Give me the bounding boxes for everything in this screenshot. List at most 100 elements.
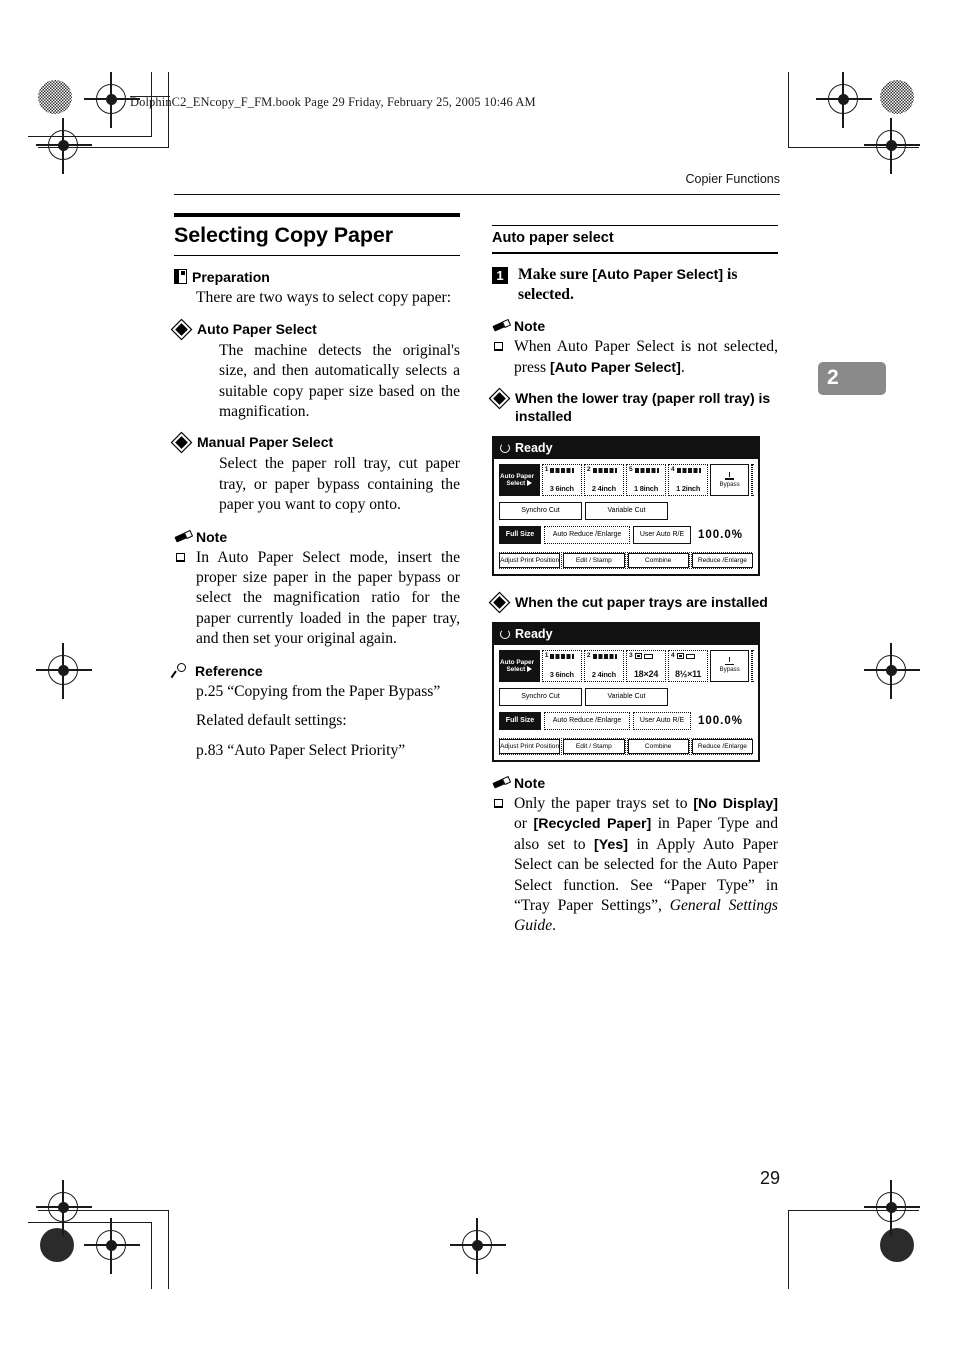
reference-block: Reference p.25 “Copying from the Paper B… <box>174 662 460 761</box>
full-size-button-2[interactable]: Full Size <box>499 711 541 730</box>
note-item-right-top: When Auto Paper Select is not selected, … <box>492 337 778 378</box>
full-size-button-1[interactable]: Full Size <box>499 525 541 544</box>
tray-button-3[interactable]: 5 1 8inch <box>625 463 667 496</box>
power-ring-icon <box>500 443 510 454</box>
step-number: 1 <box>492 266 508 284</box>
edit-stamp-button-1[interactable]: Edit / Stamp <box>563 552 625 568</box>
subsection-title: Auto paper select <box>492 230 614 247</box>
preparation-text: There are two ways to select copy paper: <box>196 289 452 307</box>
chapter-tab: 2 <box>818 362 886 395</box>
tray-top-3: 3 <box>629 652 663 659</box>
tray-button-2[interactable]: 2 2 4inch <box>583 649 624 682</box>
subsection-rule-bottom <box>492 252 778 254</box>
preparation-heading: Preparation <box>174 269 460 285</box>
adjust-print-position-button-2[interactable]: Adjust Print Position <box>499 738 561 754</box>
tray-top-4: 4 <box>671 652 705 659</box>
registration-mark-bottom-center <box>450 1218 506 1274</box>
auto-reduce-enlarge-button-1[interactable]: Auto Reduce /Enlarge <box>544 525 630 544</box>
note-block-right-top: Note When Auto Paper Select is not selec… <box>492 318 778 378</box>
paper-roll-icon <box>676 467 701 473</box>
tray-row-2: Auto Paper Select 1 3 6inch 2 2 4inch 3 … <box>499 649 754 682</box>
tray-slot-empty-2[interactable] <box>751 649 754 682</box>
paper-roll-icon <box>550 467 575 473</box>
lcd-panel-figure-2: Ready Auto Paper Select 1 3 6inch 2 2 4i… <box>492 621 760 762</box>
running-head-rule <box>174 194 780 196</box>
note-pencil-icon <box>492 319 509 333</box>
power-ring-icon <box>500 629 510 640</box>
user-auto-re-button-2[interactable]: User Auto R/E <box>633 711 691 730</box>
synchro-cut-button-2[interactable]: Synchro Cut <box>499 687 582 706</box>
lcd-panel-figure-1: Ready Auto Paper Select 1 3 6inch 2 2 4i… <box>492 435 760 576</box>
reference-label: Reference <box>195 662 263 679</box>
reduce-enlarge-button-1[interactable]: Reduce /Enlarge <box>691 552 753 568</box>
note-top-c: . <box>680 358 685 376</box>
cut-sheet-portrait-icon <box>634 653 642 660</box>
cut-sheet-portrait-icon <box>676 653 684 660</box>
note-pencil-icon <box>174 530 191 544</box>
tray-button-1[interactable]: 1 3 6inch <box>541 649 582 682</box>
combine-button-2[interactable]: Combine <box>627 738 689 754</box>
adjust-print-position-button-1[interactable]: Adjust Print Position <box>499 552 561 568</box>
tray-top-1: 1 <box>545 466 579 473</box>
bypass-button-1[interactable]: Bypass <box>710 463 750 496</box>
magnification-row-1: Full Size Auto Reduce /Enlarge User Auto… <box>499 525 753 544</box>
figure-1-caption: When the lower tray (paper roll tray) is… <box>492 390 778 426</box>
edit-stamp-button-2[interactable]: Edit / Stamp <box>563 738 625 754</box>
auto-paper-select-button-2[interactable]: Auto Paper Select <box>499 649 540 682</box>
note-heading-left: Note <box>174 529 460 545</box>
note-label-right-bottom: Note <box>514 774 546 791</box>
variable-cut-button-1[interactable]: Variable Cut <box>585 501 668 520</box>
tray-button-3[interactable]: 3 18×24 <box>625 649 667 682</box>
tray-size-3: 18×24 <box>633 668 659 679</box>
tray-button-2[interactable]: 2 2 4inch <box>583 463 624 496</box>
lcd-status-bar-2: Ready <box>494 623 758 645</box>
reference-line-2: Related default settings: <box>196 712 347 730</box>
triangle-right-icon <box>527 480 533 487</box>
note-item-right-bottom: Only the paper trays set to [No Display]… <box>492 794 778 937</box>
reference-heading: Reference <box>174 662 460 679</box>
tray-size-3: 1 8inch <box>633 483 659 493</box>
note-bottom-p1: Only the paper trays set to <box>514 794 694 812</box>
bypass-button-2[interactable]: Bypass <box>710 649 750 682</box>
combine-button-1[interactable]: Combine <box>627 552 689 568</box>
synchro-cut-button-1[interactable]: Synchro Cut <box>499 501 582 520</box>
reference-line-1: p.25 “Copying from the Paper Bypass” <box>196 682 441 700</box>
cut-row-2: Synchro Cut Variable Cut <box>499 687 753 706</box>
cut-row-1: Synchro Cut Variable Cut <box>499 501 753 520</box>
note-label-left: Note <box>196 528 228 545</box>
variable-cut-button-2[interactable]: Variable Cut <box>585 687 668 706</box>
tray-number-1: 1 <box>544 652 549 660</box>
left-column: Selecting Copy Paper Preparation There a… <box>174 213 460 761</box>
paper-roll-icon <box>592 467 617 473</box>
tray-size-4: 1 2inch <box>676 483 701 493</box>
item-text-manual-paper-select: Select the paper roll tray, cut paper tr… <box>219 455 460 514</box>
reduce-enlarge-button-2[interactable]: Reduce /Enlarge <box>691 738 753 754</box>
tray-size-2: 2 4inch <box>591 483 616 493</box>
page-number: 29 <box>759 1168 780 1188</box>
user-auto-re-button-1[interactable]: User Auto R/E <box>633 525 691 544</box>
bypass-label-1: Bypass <box>719 480 740 488</box>
registration-mark-bottom-right <box>864 1180 920 1236</box>
tray-button-1[interactable]: 1 3 6inch <box>541 463 582 496</box>
bypass-tray-icon <box>725 471 735 480</box>
page-title: Selecting Copy Paper <box>174 223 394 247</box>
tray-slot-empty-1[interactable] <box>751 463 754 496</box>
step-text-a: Make sure <box>518 265 593 283</box>
tray-button-4[interactable]: 4 8½×11 <box>668 649 709 682</box>
note-bottom-p5: . <box>552 917 557 935</box>
reference-magnifier-icon <box>174 662 190 679</box>
auto-paper-select-button-1[interactable]: Auto Paper Select <box>499 463 540 496</box>
tray-top-3: 5 <box>629 466 663 473</box>
tray-row-1: Auto Paper Select 1 3 6inch 2 2 4inch 5 … <box>499 463 754 496</box>
magnification-value-1: 100.0% <box>698 528 744 541</box>
note-block-right-bottom: Note Only the paper trays set to [No Dis… <box>492 775 778 937</box>
file-header-text: DolphinC2_ENcopy_F_FM.book Page 29 Frida… <box>130 95 536 109</box>
note-heading-right-bottom: Note <box>492 775 778 791</box>
triangle-right-icon <box>527 666 533 673</box>
auto-reduce-enlarge-button-2[interactable]: Auto Reduce /Enlarge <box>544 711 630 730</box>
crop-corner-bottom-left-inner <box>28 1222 152 1289</box>
tray-button-4[interactable]: 4 1 2inch <box>668 463 709 496</box>
paper-roll-icon <box>550 653 575 659</box>
registration-mark-top-right <box>816 72 872 128</box>
aps-label-line1: Auto Paper <box>500 472 535 480</box>
